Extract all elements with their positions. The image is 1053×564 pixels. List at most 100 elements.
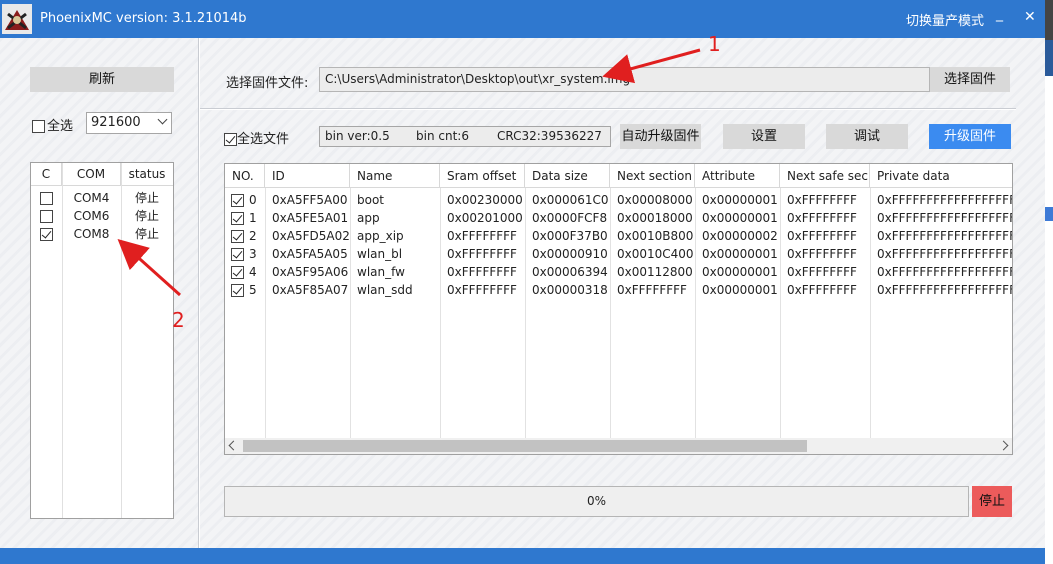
cell-no: 2 (249, 229, 257, 243)
annotation-label-2: 2 (172, 308, 185, 332)
com-port-name: COM8 (73, 227, 110, 241)
row-checkbox[interactable] (231, 266, 244, 279)
window-title: PhoenixMC version: 3.1.21014b (40, 11, 247, 26)
cell-name: wlan_bl (357, 247, 403, 261)
table-row[interactable]: 1 0xA5FE5A01 app 0x00201000 0x0000FCF8 0… (225, 209, 1012, 227)
column-header-data-size[interactable]: Data size (525, 164, 610, 188)
column-header-private-data[interactable]: Private data (870, 164, 1012, 188)
cell-attribute: 0x00000001 (702, 193, 778, 207)
upgrade-progress-bar: 0% (224, 486, 969, 517)
select-all-files-label: 全选文件 (237, 132, 290, 147)
table-row[interactable]: 4 0xA5F95A06 wlan_fw 0xFFFFFFFF 0x000063… (225, 263, 1012, 281)
com-row-checkbox[interactable] (39, 192, 53, 205)
com-row-checkbox[interactable] (39, 210, 53, 223)
cell-no: 4 (249, 265, 257, 279)
cell-private-data: 0xFFFFFFFFFFFFFFFFFFFF (877, 283, 1012, 297)
com-port-status: 停止 (134, 191, 159, 205)
bin-count: bin cnt:6 (416, 129, 469, 143)
cell-next-section: 0x00008000 (617, 193, 693, 207)
cell-id: 0xA5FA5A05 (272, 247, 348, 261)
cell-private-data: 0xFFFFFFFFFFFFFFFFFFFF (877, 265, 1012, 279)
cell-next-safe-sec: 0xFFFFFFFF (787, 283, 857, 297)
column-header-next-safe-sec[interactable]: Next safe sec (780, 164, 870, 188)
select-all-files-checkbox[interactable] (224, 133, 237, 146)
settings-button[interactable]: 设置 (723, 124, 805, 149)
com-row[interactable]: COM8 停止 (31, 225, 173, 243)
switch-mass-production-mode-button[interactable]: 切换量产模式 (906, 10, 984, 29)
horizontal-scrollbar[interactable] (225, 438, 1012, 454)
column-header-sram-offset[interactable]: Sram offset (440, 164, 525, 188)
cell-sram-offset: 0x00201000 (447, 211, 523, 225)
select-all-files[interactable]: 全选文件 (224, 128, 289, 147)
row-checkbox[interactable] (231, 284, 244, 297)
column-header-next-section[interactable]: Next section (610, 164, 695, 188)
com-header-c[interactable]: C (31, 163, 62, 186)
table-row[interactable]: 3 0xA5FA5A05 wlan_bl 0xFFFFFFFF 0x000009… (225, 245, 1012, 263)
panel-divider (198, 38, 200, 548)
cell-data-size: 0x0000FCF8 (532, 211, 608, 225)
cell-next-safe-sec: 0xFFFFFFFF (787, 247, 857, 261)
cell-private-data: 0xFFFFFFFFFFFFFFFFFFFF (877, 247, 1012, 261)
com-header-com[interactable]: COM (62, 163, 121, 186)
cell-next-safe-sec: 0xFFFFFFFF (787, 229, 857, 243)
firmware-file-label: 选择固件文件: (226, 76, 309, 91)
cell-next-section: 0x00018000 (617, 211, 693, 225)
row-checkbox[interactable] (231, 230, 244, 243)
column-header-no[interactable]: NO. (225, 164, 265, 188)
cell-id: 0xA5FF5A00 (272, 193, 348, 207)
cell-name: app (357, 211, 380, 225)
cell-no: 3 (249, 247, 257, 261)
com-row[interactable]: COM4 停止 (31, 189, 173, 207)
close-icon[interactable]: ✕ (1024, 9, 1036, 25)
baud-rate-select[interactable]: 921600 (86, 112, 172, 134)
minimize-button[interactable]: _ (996, 6, 1003, 22)
scroll-left-icon[interactable] (228, 440, 239, 451)
firmware-path-field[interactable]: C:\Users\Administrator\Desktop\out\xr_sy… (319, 67, 930, 92)
cell-no: 5 (249, 283, 257, 297)
row-checkbox[interactable] (231, 212, 244, 225)
column-header-name[interactable]: Name (350, 164, 440, 188)
row-checkbox[interactable] (231, 194, 244, 207)
select-all-ports[interactable]: 全选 (32, 115, 73, 134)
table-row[interactable]: 2 0xA5FD5A02 app_xip 0xFFFFFFFF 0x000F37… (225, 227, 1012, 245)
cell-next-section: 0x0010B800 (617, 229, 694, 243)
phoenix-app-icon (2, 4, 32, 34)
cell-private-data: 0xFFFFFFFFFFFFFFFFFFFF (877, 229, 1012, 243)
cell-name: wlan_fw (357, 265, 405, 279)
scrollbar-thumb[interactable] (243, 440, 807, 452)
cell-data-size: 0x000061C0 (532, 193, 609, 207)
bin-version: bin ver:0.5 (325, 129, 390, 143)
cell-name: app_xip (357, 229, 404, 243)
com-header-status[interactable]: status (121, 163, 173, 186)
bin-info-box: bin ver:0.5 bin cnt:6 CRC32:39536227 (319, 126, 611, 147)
cell-id: 0xA5F95A06 (272, 265, 349, 279)
com-row[interactable]: COM6 停止 (31, 207, 173, 225)
debug-button[interactable]: 调试 (826, 124, 908, 149)
cell-attribute: 0x00000002 (702, 229, 778, 243)
table-row[interactable]: 5 0xA5F85A07 wlan_sdd 0xFFFFFFFF 0x00000… (225, 281, 1012, 299)
cell-sram-offset: 0xFFFFFFFF (447, 283, 517, 297)
refresh-button[interactable]: 刷新 (30, 67, 174, 92)
cell-id: 0xA5FE5A01 (272, 211, 349, 225)
auto-upgrade-button[interactable]: 自动升级固件 (620, 124, 701, 149)
row-checkbox[interactable] (231, 248, 244, 261)
cell-data-size: 0x00006394 (532, 265, 608, 279)
table-row[interactable]: 0 0xA5FF5A00 boot 0x00230000 0x000061C0 … (225, 191, 1012, 209)
upgrade-firmware-button[interactable]: 升级固件 (929, 124, 1011, 149)
cell-name: boot (357, 193, 385, 207)
column-header-id[interactable]: ID (265, 164, 350, 188)
cell-next-safe-sec: 0xFFFFFFFF (787, 193, 857, 207)
com-port-name: COM6 (73, 209, 110, 223)
select-all-ports-checkbox[interactable] (32, 120, 45, 133)
stop-button[interactable]: 停止 (972, 486, 1012, 517)
com-row-checkbox[interactable] (39, 228, 53, 241)
select-all-ports-label: 全选 (47, 119, 74, 134)
com-port-status: 停止 (134, 227, 159, 241)
scroll-right-icon[interactable] (998, 440, 1009, 451)
column-header-attribute[interactable]: Attribute (695, 164, 780, 188)
cell-private-data: 0xFFFFFFFFFFFFFFFFFFFF (877, 193, 1012, 207)
select-firmware-button[interactable]: 选择固件 (930, 67, 1010, 92)
cell-no: 1 (249, 211, 257, 225)
cell-next-safe-sec: 0xFFFFFFFF (787, 265, 857, 279)
cell-data-size: 0x00000318 (532, 283, 608, 297)
